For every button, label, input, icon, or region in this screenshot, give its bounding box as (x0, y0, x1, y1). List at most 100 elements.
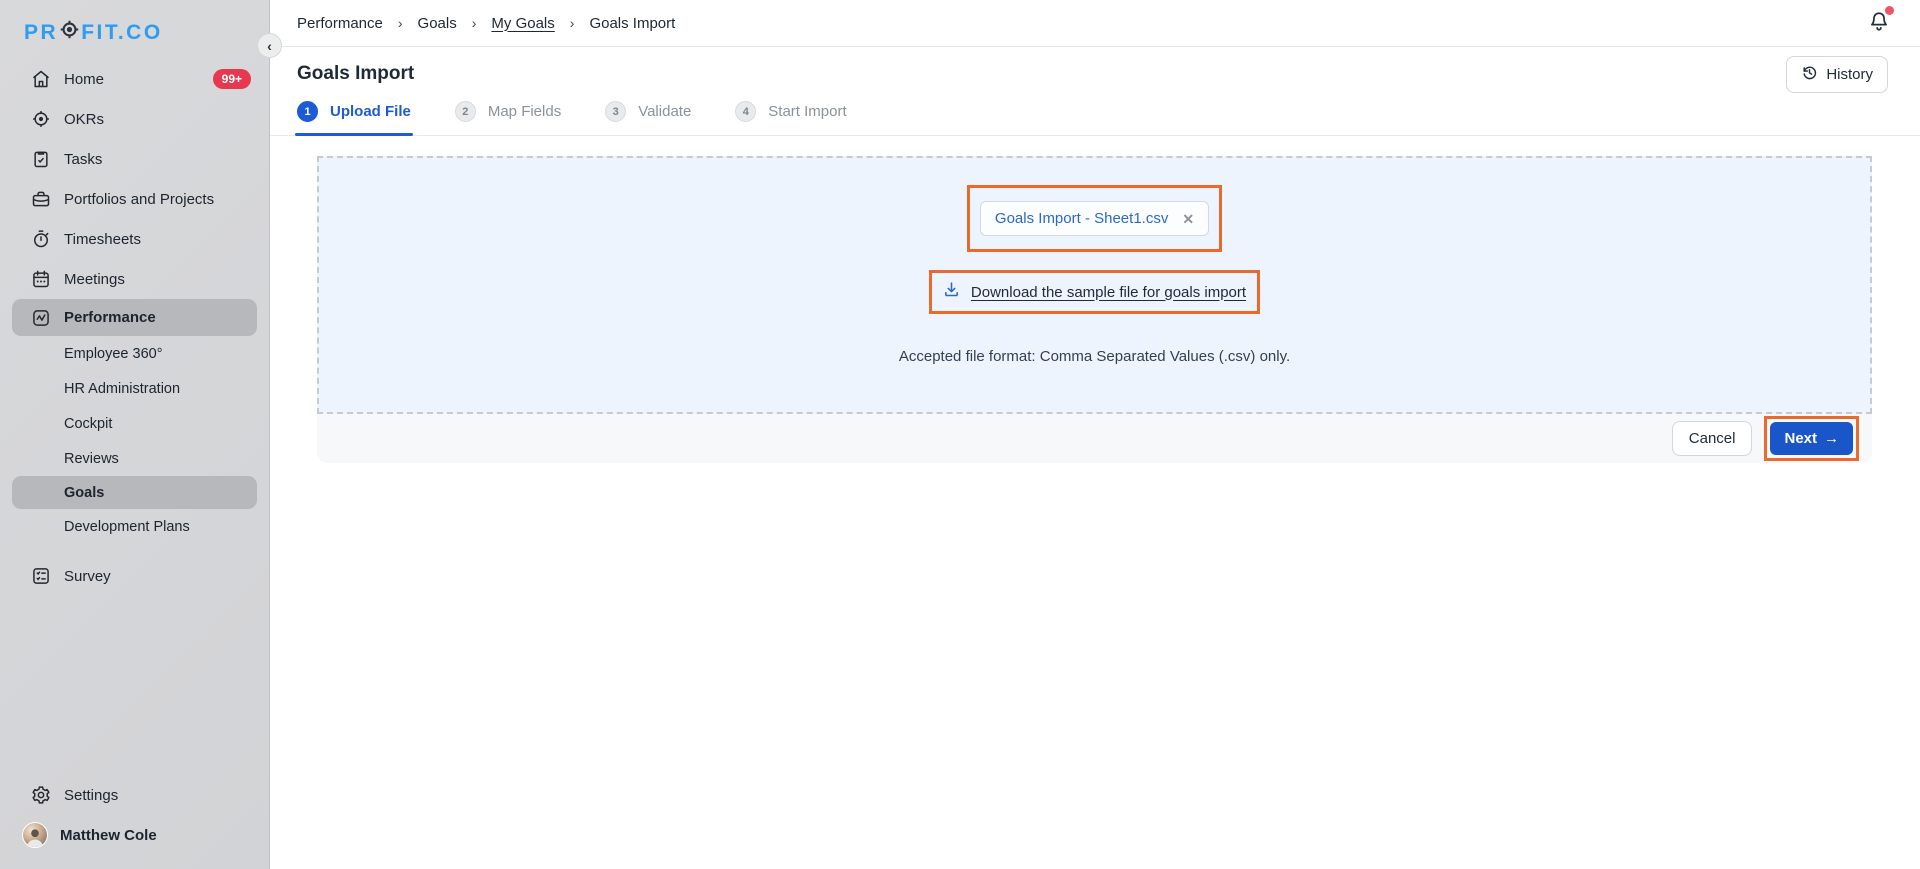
step-number: 4 (735, 101, 757, 122)
calendar-icon (30, 269, 51, 290)
download-link-text: Download the sample file for goals impor… (970, 283, 1247, 301)
sidebar-item-portfolios[interactable]: Portfolios and Projects (0, 179, 269, 219)
sidebar-item-label: Tasks (64, 150, 103, 168)
tab-validate[interactable]: 3 Validate (605, 101, 691, 135)
tasks-clipboard-icon (30, 149, 51, 170)
sidebar-nav: Home 99+ OKRs Tasks Portfolios and Proje… (0, 59, 269, 596)
tab-label: Validate (638, 103, 692, 120)
sidebar-subitem-goals[interactable]: Goals (12, 476, 257, 509)
breadcrumb-performance[interactable]: Performance (297, 15, 383, 32)
briefcase-icon (30, 189, 51, 210)
breadcrumb-goals-import[interactable]: Goals Import (589, 15, 675, 32)
tab-map-fields[interactable]: 2 Map Fields (454, 101, 562, 135)
next-label: Next (1784, 430, 1817, 447)
breadcrumb-separator: › (471, 15, 477, 31)
import-step-tabs: 1 Upload File 2 Map Fields 3 Validate 4 … (270, 101, 1920, 136)
remove-file-icon[interactable]: ✕ (1182, 212, 1194, 226)
breadcrumb-goals[interactable]: Goals (418, 15, 457, 32)
topbar: Performance › Goals › My Goals › Goals I… (270, 0, 1920, 47)
sidebar-item-meetings[interactable]: Meetings (0, 259, 269, 299)
sidebar-subitem-label: Cockpit (64, 415, 113, 432)
tab-start-import[interactable]: 4 Start Import (735, 101, 847, 135)
performance-chart-icon (30, 307, 51, 328)
page-title: Goals Import (297, 63, 415, 84)
sidebar-item-label: Meetings (64, 270, 125, 288)
notification-dot (1885, 5, 1894, 15)
panel-footer: Cancel Next → (317, 414, 1872, 463)
breadcrumb-separator: › (397, 15, 403, 31)
home-icon (30, 69, 51, 90)
main-content: Goals Import History 1 Upload File 2 Map… (270, 47, 1920, 869)
target-logo-icon (59, 20, 80, 45)
breadcrumb-separator: › (569, 15, 575, 31)
breadcrumb-my-goals[interactable]: My Goals (491, 15, 554, 32)
notifications-button[interactable] (1868, 5, 1894, 37)
annotation-box-next-button: Next → (1764, 416, 1859, 461)
sidebar-subitem-development-plans[interactable]: Development Plans (0, 509, 269, 544)
user-name: Matthew Cole (60, 826, 157, 844)
cancel-button[interactable]: Cancel (1671, 421, 1753, 456)
sidebar-subitem-label: HR Administration (64, 380, 181, 397)
survey-checklist-icon (30, 566, 51, 587)
sidebar-item-label: Timesheets (64, 230, 141, 248)
user-menu[interactable]: Matthew Cole (0, 815, 269, 855)
history-clock-icon (1801, 64, 1818, 85)
page-header: Goals Import History (270, 47, 1920, 93)
tab-label: Map Fields (487, 103, 562, 120)
sidebar-item-home[interactable]: Home 99+ (0, 59, 269, 99)
bell-icon (1868, 11, 1890, 36)
tab-upload-file[interactable]: 1 Upload File (295, 101, 413, 136)
sidebar-subitem-hr-administration[interactable]: HR Administration (0, 371, 269, 406)
step-number: 2 (454, 101, 476, 122)
history-button[interactable]: History (1786, 56, 1888, 93)
profit-co-logo: PR FIT.CO (0, 0, 269, 45)
sidebar-subitem-label: Development Plans (64, 518, 190, 535)
sidebar-subitem-label: Reviews (64, 450, 119, 467)
sidebar-item-okrs[interactable]: OKRs (0, 99, 269, 139)
uploaded-file-chip: Goals Import - Sheet1.csv ✕ (979, 201, 1210, 236)
tab-label: Start Import (768, 103, 847, 120)
sidebar: ‹ PR FIT.CO Home 99+ OKRs Tasks Portfoli… (0, 0, 282, 869)
chevron-left-icon: ‹ (267, 37, 272, 54)
sidebar-subitem-employee-360[interactable]: Employee 360° (0, 336, 269, 371)
sidebar-bottom: Settings Matthew Cole (0, 775, 269, 855)
sidebar-item-label: Survey (64, 567, 111, 585)
sidebar-item-label: Settings (64, 786, 119, 804)
sidebar-subitem-cockpit[interactable]: Cockpit (0, 406, 269, 441)
sidebar-subitem-label: Employee 360° (64, 345, 163, 362)
breadcrumb: Performance › Goals › My Goals › Goals I… (297, 15, 675, 32)
uploaded-file-name: Goals Import - Sheet1.csv (994, 210, 1169, 227)
sidebar-item-label: OKRs (64, 110, 105, 128)
home-notification-badge: 99+ (212, 69, 251, 89)
step-number: 1 (297, 101, 318, 122)
sidebar-collapse-button[interactable]: ‹ (257, 33, 282, 58)
sidebar-item-survey[interactable]: Survey (0, 556, 269, 596)
file-dropzone[interactable]: Goals Import - Sheet1.csv ✕ Download the… (317, 156, 1872, 414)
okrs-target-icon (30, 109, 51, 130)
annotation-box-download-link: Download the sample file for goals impor… (928, 270, 1261, 314)
arrow-right-icon: → (1824, 430, 1839, 447)
sidebar-item-settings[interactable]: Settings (0, 775, 269, 815)
history-label: History (1826, 66, 1873, 83)
accepted-format-note: Accepted file format: Comma Separated Va… (898, 348, 1291, 365)
sidebar-item-label: Home (64, 70, 105, 88)
step-number: 3 (605, 101, 627, 122)
sidebar-item-timesheets[interactable]: Timesheets (0, 219, 269, 259)
avatar (22, 822, 48, 848)
download-icon (943, 281, 960, 303)
sidebar-item-label: Performance (64, 309, 156, 326)
sidebar-item-label: Portfolios and Projects (64, 190, 215, 208)
next-button[interactable]: Next → (1770, 422, 1853, 455)
stopwatch-icon (30, 229, 51, 250)
sidebar-item-tasks[interactable]: Tasks (0, 139, 269, 179)
download-sample-link[interactable]: Download the sample file for goals impor… (943, 281, 1246, 303)
sidebar-subitem-label: Goals (64, 484, 105, 501)
upload-panel: Goals Import - Sheet1.csv ✕ Download the… (317, 156, 1872, 463)
sidebar-item-performance[interactable]: Performance (12, 299, 257, 336)
logo-text-post: FIT.CO (81, 20, 163, 44)
logo-text-pre: PR (24, 20, 59, 44)
sidebar-subitem-reviews[interactable]: Reviews (0, 441, 269, 476)
tab-label: Upload File (330, 103, 411, 120)
gear-icon (30, 785, 51, 806)
annotation-box-file-chip: Goals Import - Sheet1.csv ✕ (966, 185, 1223, 252)
